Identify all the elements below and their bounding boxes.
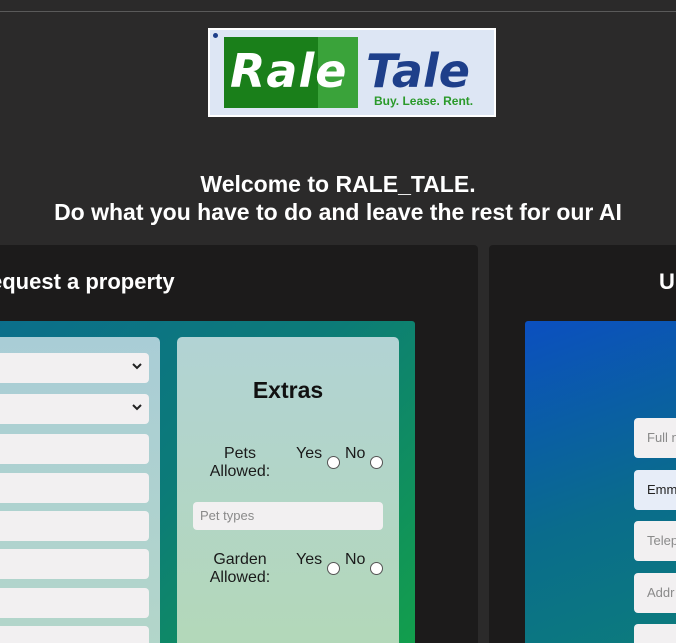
telephone-input[interactable]: Telep bbox=[634, 521, 676, 561]
request-property-title: equest a property bbox=[0, 269, 175, 294]
pet-types-input[interactable]: Pet types bbox=[193, 502, 383, 530]
logo: Rale Tale Buy. Lease. Rent. bbox=[208, 28, 496, 117]
email-input[interactable]: Emm bbox=[634, 470, 676, 510]
garden-yes-radio[interactable] bbox=[327, 562, 340, 575]
logo-word-rale: Rale bbox=[230, 44, 348, 98]
pets-yes-label: Yes bbox=[296, 445, 323, 462]
welcome-line-1: Welcome to RALE_TALE. bbox=[200, 171, 476, 197]
pets-yes-radio[interactable] bbox=[327, 456, 340, 469]
logo-word-tale: Tale bbox=[366, 44, 470, 98]
request-input-4[interactable] bbox=[0, 549, 149, 579]
welcome-heading: Welcome to RALE_TALE. Do what you have t… bbox=[0, 170, 676, 226]
request-input-3[interactable] bbox=[0, 511, 149, 541]
garden-no-label: No bbox=[345, 551, 366, 568]
pets-no-label: No bbox=[345, 445, 366, 462]
pets-no-radio[interactable] bbox=[370, 456, 383, 469]
user-input-5[interactable] bbox=[634, 624, 676, 643]
request-input-2[interactable] bbox=[0, 473, 149, 503]
garden-yes-label: Yes bbox=[296, 551, 323, 568]
request-input-6[interactable] bbox=[0, 626, 149, 643]
request-input-1[interactable] bbox=[0, 434, 149, 464]
request-input-5[interactable] bbox=[0, 588, 149, 618]
chevron-down-icon bbox=[132, 363, 142, 370]
extras-title: Extras bbox=[252, 377, 324, 403]
address-input[interactable]: Addr bbox=[634, 573, 676, 613]
top-divider bbox=[0, 11, 676, 12]
pets-allowed-label: Pets Allowed: bbox=[209, 445, 271, 480]
logo-tagline: Buy. Lease. Rent. bbox=[374, 94, 474, 108]
logo-dot bbox=[213, 33, 218, 38]
property-type-select[interactable] bbox=[0, 353, 149, 383]
garden-no-radio[interactable] bbox=[370, 562, 383, 575]
chevron-down-icon bbox=[132, 404, 142, 411]
garden-allowed-label: Garden Allowed: bbox=[209, 551, 271, 586]
full-name-input[interactable]: Full n bbox=[634, 418, 676, 458]
welcome-line-2: Do what you have to do and leave the res… bbox=[54, 199, 622, 225]
user-panel-title: U bbox=[659, 269, 675, 294]
listing-type-select[interactable] bbox=[0, 394, 149, 424]
